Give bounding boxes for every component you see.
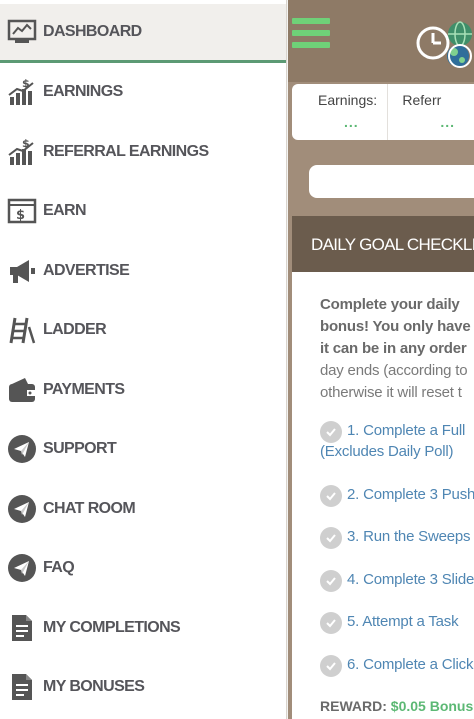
document-icon bbox=[6, 671, 38, 703]
checklist-intro-line: otherwise it will reset t bbox=[320, 384, 462, 401]
sidebar-item-earnings[interactable]: $ EARNINGS bbox=[0, 64, 286, 120]
ladder-icon bbox=[6, 314, 38, 346]
sidebar-item-earn[interactable]: $ EARN bbox=[0, 183, 286, 239]
checklist-task[interactable]: 3. Run the Sweeps bbox=[320, 526, 471, 549]
checklist-task-note: (Excludes Daily Poll) bbox=[320, 443, 454, 460]
sidebar-item-dashboard[interactable]: DASHBOARD bbox=[0, 4, 286, 63]
checklist-intro-line: Complete your daily bbox=[320, 296, 460, 313]
checklist-intro-line: it can be in any order bbox=[320, 340, 467, 357]
sidebar-item-label: REFERRAL EARNINGS bbox=[43, 143, 209, 160]
sidebar-item-chat-room[interactable]: CHAT ROOM bbox=[0, 481, 286, 537]
sidebar-item-label: LADDER bbox=[43, 321, 107, 338]
sidebar-item-label: FAQ bbox=[43, 559, 75, 576]
reward-label: REWARD: bbox=[320, 698, 387, 714]
checklist-task[interactable]: 5. Attempt a Task bbox=[320, 611, 459, 634]
sidebar-item-ladder[interactable]: LADDER bbox=[0, 302, 286, 358]
globe-icon[interactable] bbox=[440, 16, 474, 76]
checkmark-icon bbox=[320, 485, 342, 507]
checkmark-icon bbox=[320, 612, 342, 634]
sidebar-item-label: CHAT ROOM bbox=[43, 500, 136, 517]
chart-monitor-icon bbox=[6, 16, 38, 48]
sidebar-item-faq[interactable]: FAQ bbox=[0, 540, 286, 596]
main-panel: Earnings: ... Referr ... DAILY GOAL CHEC… bbox=[288, 0, 474, 719]
referrals-stat: Referr ... bbox=[388, 84, 474, 140]
checkmark-icon bbox=[320, 421, 342, 443]
referrals-value: ... bbox=[440, 114, 456, 130]
stats-card: Earnings: ... Referr ... bbox=[292, 84, 474, 140]
checklist-intro-line: day ends (according to bbox=[320, 362, 468, 379]
paper-plane-icon bbox=[6, 493, 38, 525]
sidebar-item-label: PAYMENTS bbox=[43, 381, 125, 398]
sidebar: DASHBOARD $ EARNINGS $ REFERRAL EARNINGS… bbox=[0, 0, 287, 719]
checklist-task[interactable]: 6. Complete a Click bbox=[320, 654, 473, 677]
checkmark-icon bbox=[320, 655, 342, 677]
sidebar-item-payments[interactable]: PAYMENTS bbox=[0, 362, 286, 418]
checklist-intro-line: bonus! You only have bbox=[320, 318, 471, 335]
checklist-task-label: 1. Complete a Full bbox=[347, 422, 466, 439]
sidebar-item-label: MY BONUSES bbox=[43, 678, 145, 695]
money-bars-icon: $ bbox=[6, 76, 38, 108]
daily-goal-checklist-body: Complete your daily bonus! You only have… bbox=[292, 272, 474, 719]
sidebar-item-referral-earnings[interactable]: $ REFERRAL EARNINGS bbox=[0, 124, 286, 180]
sidebar-item-label: MY COMPLETIONS bbox=[43, 619, 181, 636]
checklist-task[interactable]: 4. Complete 3 Slide bbox=[320, 569, 474, 592]
earnings-value: ... bbox=[344, 114, 359, 130]
money-bars-icon: $ bbox=[6, 136, 38, 168]
earnings-stat: Earnings: ... bbox=[292, 84, 389, 140]
checklist-task[interactable]: 1. Complete a Full bbox=[320, 420, 465, 443]
earnings-label: Earnings: bbox=[318, 92, 378, 108]
sidebar-item-label: DASHBOARD bbox=[43, 23, 142, 40]
reward-value: $0.05 Bonus bbox=[390, 698, 474, 714]
checklist-task-label: 5. Attempt a Task bbox=[347, 613, 459, 630]
search-input[interactable] bbox=[309, 165, 474, 198]
checkmark-icon bbox=[320, 527, 342, 549]
document-icon bbox=[6, 612, 38, 644]
reward-line: REWARD: $0.05 Bonus bbox=[320, 698, 473, 714]
sidebar-item-support[interactable]: SUPPORT bbox=[0, 421, 286, 477]
sidebar-item-label: EARNINGS bbox=[43, 83, 123, 100]
wallet-icon bbox=[6, 374, 38, 406]
referrals-label: Referr bbox=[402, 92, 442, 108]
sidebar-item-my-bonuses[interactable]: MY BONUSES bbox=[0, 659, 286, 715]
sidebar-item-advertise[interactable]: ADVERTISE bbox=[0, 243, 286, 299]
paper-plane-icon bbox=[6, 433, 38, 465]
dollar-window-icon: $ bbox=[6, 195, 38, 227]
megaphone-icon bbox=[6, 255, 38, 287]
paper-plane-icon bbox=[6, 552, 38, 584]
checklist-task-label: 2. Complete 3 Push bbox=[347, 486, 474, 503]
top-bar bbox=[288, 0, 474, 82]
checklist-task-label: 4. Complete 3 Slide bbox=[347, 571, 474, 588]
hamburger-icon[interactable] bbox=[292, 18, 330, 52]
sidebar-item-my-completions[interactable]: MY COMPLETIONS bbox=[0, 600, 286, 656]
checklist-task-label: 6. Complete a Click bbox=[347, 656, 474, 673]
checklist-task-label: 3. Run the Sweeps bbox=[347, 528, 471, 545]
sidebar-item-label: SUPPORT bbox=[43, 440, 117, 457]
checklist-task[interactable]: 2. Complete 3 Push bbox=[320, 484, 474, 507]
daily-goal-checklist-header: DAILY GOAL CHECKLIS bbox=[292, 216, 474, 272]
checkmark-icon bbox=[320, 570, 342, 592]
sidebar-item-label: ADVERTISE bbox=[43, 262, 130, 279]
svg-text:$: $ bbox=[16, 208, 25, 223]
sidebar-item-label: EARN bbox=[43, 202, 87, 219]
